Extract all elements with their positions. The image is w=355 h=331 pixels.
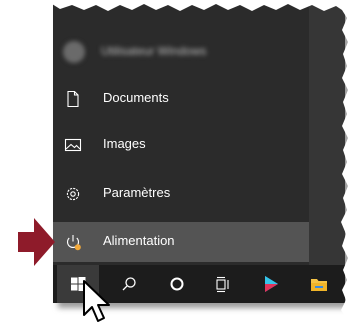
torn-edge xyxy=(40,0,355,331)
callout-arrow xyxy=(18,218,55,266)
mouse-cursor-icon xyxy=(83,280,110,322)
